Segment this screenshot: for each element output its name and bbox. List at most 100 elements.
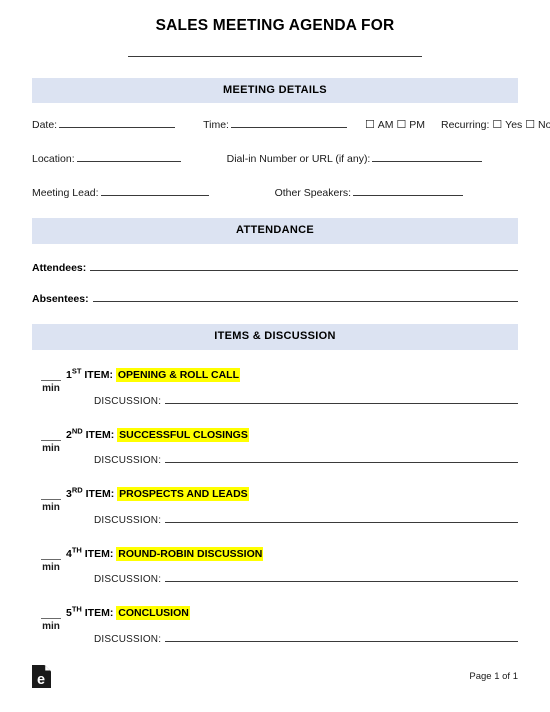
section-header-items-discussion: ITEMS & DISCUSSION (32, 324, 518, 350)
item-body: 2ND ITEM: SUCCESSFUL CLOSINGS DISCUSSION… (66, 426, 518, 466)
agenda-item: min 4TH ITEM: ROUND-ROBIN DISCUSSION DIS… (0, 545, 550, 585)
item-discussion-row: DISCUSSION: (66, 394, 518, 407)
item-minutes-input[interactable] (41, 431, 61, 441)
item-discussion-row: DISCUSSION: (66, 453, 518, 466)
section-header-meeting-details: MEETING DETAILS (32, 77, 518, 104)
item-minutes-field: min (36, 607, 66, 633)
item-title: 2ND ITEM: SUCCESSFUL CLOSINGS (66, 426, 518, 443)
title-blank-line-wrap (0, 48, 550, 66)
item-ordinal-suffix: ST (71, 366, 82, 376)
recurring-label: Recurring: (441, 119, 490, 132)
pm-checkbox[interactable]: ☐ (396, 119, 406, 131)
item-minutes-input[interactable] (41, 550, 61, 560)
item-topic: ROUND-ROBIN DISCUSSION (116, 546, 264, 561)
absentees-input[interactable] (92, 291, 518, 303)
item-minutes-input[interactable] (41, 490, 61, 501)
item-minutes-field: min (36, 548, 66, 574)
row-date-time-recurring: Date: Time: ☐ AM ☐ PM Recurring: ☐ Yes ☐ No (0, 117, 550, 133)
item-minutes-field: min (36, 429, 66, 455)
section-header-attendance: ATTENDANCE (32, 218, 518, 245)
time-label: Time: (203, 119, 229, 132)
item-minutes-label: min (42, 621, 60, 633)
item-minutes-field: min (36, 488, 66, 514)
item-ordinal-suffix: TH (71, 545, 82, 555)
page-footer: e Page 1 of 1 (0, 665, 550, 688)
page-number: Page 1 of 1 (469, 671, 518, 682)
discussion-input[interactable] (165, 453, 518, 464)
recurring-yes-checkbox[interactable]: ☐ (492, 119, 502, 131)
item-body: 3RD ITEM: PROSPECTS AND LEADS DISCUSSION… (66, 485, 518, 526)
date-label: Date: (32, 119, 58, 132)
item-topic: SUCCESSFUL CLOSINGS (117, 427, 249, 442)
item-minutes-label: min (42, 561, 60, 573)
item-title: 1ST ITEM: OPENING & ROLL CALL (66, 366, 518, 383)
discussion-label: DISCUSSION: (94, 514, 162, 526)
item-ordinal-suffix: ND (71, 426, 83, 436)
location-input[interactable] (76, 151, 181, 163)
attendees-label: Attendees: (32, 262, 87, 275)
date-input[interactable] (59, 117, 176, 129)
item-topic: PROSPECTS AND LEADS (117, 487, 249, 502)
pm-label: PM (409, 119, 425, 132)
svg-text:e: e (37, 672, 45, 688)
item-topic: CONCLUSION (116, 606, 190, 621)
eforms-document-logo[interactable]: e (32, 665, 51, 688)
item-minutes-label: min (42, 382, 60, 394)
item-body: 5TH ITEM: CONCLUSION DISCUSSION: (66, 604, 518, 645)
discussion-input[interactable] (165, 513, 518, 523)
absentees-label: Absentees: (32, 293, 89, 306)
discussion-input[interactable] (165, 632, 518, 643)
row-lead-speakers: Meeting Lead: Other Speakers: (0, 185, 550, 201)
item-discussion-row: DISCUSSION: (66, 513, 518, 526)
agenda-item: min 3RD ITEM: PROSPECTS AND LEADS DISCUS… (0, 485, 550, 526)
title-blank-line[interactable] (128, 55, 422, 58)
location-label: Location: (32, 153, 75, 166)
am-label: AM (377, 119, 394, 132)
item-body: 4TH ITEM: ROUND-ROBIN DISCUSSION DISCUSS… (66, 545, 518, 585)
item-body: 1ST ITEM: OPENING & ROLL CALL DISCUSSION… (66, 366, 518, 407)
item-ordinal-suffix: TH (71, 604, 82, 614)
recurring-no-checkbox[interactable]: ☐ (525, 119, 535, 131)
row-location-dialin: Location: Dial-in Number or URL (if any): (0, 151, 550, 167)
dialin-label: Dial-in Number or URL (if any): (226, 153, 371, 166)
discussion-label: DISCUSSION: (94, 455, 162, 467)
other-speakers-input[interactable] (353, 185, 464, 196)
attendees-input[interactable] (90, 260, 518, 272)
discussion-label: DISCUSSION: (94, 395, 162, 407)
item-title: 5TH ITEM: CONCLUSION (66, 604, 518, 621)
item-word: ITEM: (84, 607, 114, 620)
dialin-input[interactable] (372, 151, 483, 163)
item-title: 4TH ITEM: ROUND-ROBIN DISCUSSION (66, 545, 518, 562)
item-minutes-label: min (42, 442, 60, 454)
item-word: ITEM: (84, 368, 113, 381)
discussion-input[interactable] (165, 572, 518, 583)
discussion-label: DISCUSSION: (94, 574, 162, 586)
item-minutes-field: min (36, 369, 66, 395)
meeting-lead-label: Meeting Lead: (32, 186, 99, 199)
agenda-item: min 5TH ITEM: CONCLUSION DISCUSSION: (0, 604, 550, 645)
time-input[interactable] (230, 117, 347, 129)
row-attendees: Attendees: (0, 260, 550, 274)
agenda-item: min 2ND ITEM: SUCCESSFUL CLOSINGS DISCUS… (0, 426, 550, 466)
row-absentees: Absentees: (0, 291, 550, 305)
discussion-label: DISCUSSION: (94, 634, 162, 646)
item-ordinal-suffix: RD (71, 485, 83, 495)
document-page: SALES MEETING AGENDA FOR MEETING DETAILS… (0, 0, 550, 712)
item-discussion-row: DISCUSSION: (66, 572, 518, 585)
item-word: ITEM: (84, 547, 114, 560)
item-topic: OPENING & ROLL CALL (115, 367, 240, 382)
meeting-lead-input[interactable] (100, 185, 209, 196)
discussion-input[interactable] (165, 394, 518, 404)
agenda-item: min 1ST ITEM: OPENING & ROLL CALL DISCUS… (0, 366, 550, 407)
page-title: SALES MEETING AGENDA FOR (155, 17, 395, 34)
item-minutes-label: min (42, 502, 60, 514)
am-checkbox[interactable]: ☐ (365, 119, 375, 131)
item-discussion-row: DISCUSSION: (66, 632, 518, 645)
item-title: 3RD ITEM: PROSPECTS AND LEADS (66, 485, 518, 502)
item-word: ITEM: (85, 428, 115, 441)
item-minutes-input[interactable] (41, 371, 61, 381)
item-minutes-input[interactable] (41, 609, 61, 620)
item-word: ITEM: (85, 488, 115, 501)
recurring-yes-label: Yes (505, 119, 523, 132)
recurring-no-label: No (538, 119, 550, 132)
